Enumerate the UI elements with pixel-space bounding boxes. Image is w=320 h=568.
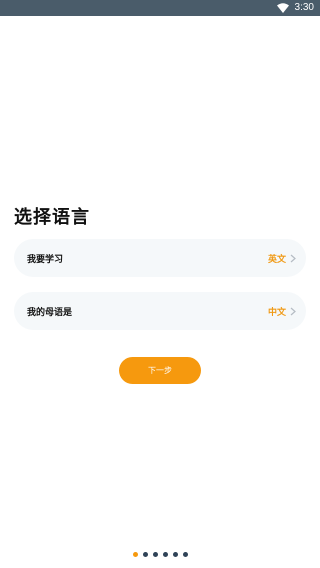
next-step-button[interactable]: 下一步	[119, 357, 201, 384]
page-indicator-dot	[142, 551, 148, 557]
native-language-value-group: 中文	[268, 305, 296, 318]
status-bar: 3:30	[0, 0, 320, 16]
learning-language-value: 英文	[267, 254, 286, 265]
native-language-value: 中文	[267, 307, 286, 318]
native-language-option[interactable]: 我的母语是 中文	[14, 292, 306, 330]
page-indicator-dot	[152, 551, 158, 557]
page-indicator-dot	[132, 551, 138, 557]
status-time: 3:30	[294, 2, 314, 13]
page-indicator	[0, 551, 320, 557]
wifi-icon	[276, 3, 289, 13]
chevron-right-icon	[290, 254, 296, 262]
learning-language-option[interactable]: 我要学习 英文	[14, 239, 306, 277]
learning-language-label: 我要学习	[27, 254, 64, 265]
page-indicator-dot	[172, 551, 178, 557]
page-indicator-dot	[162, 551, 168, 557]
page-indicator-dot	[182, 551, 188, 557]
language-select-screen: 3:30 选择语言 我要学习 英文 我的母语是 中文 下一步	[0, 0, 320, 568]
native-language-label: 我的母语是	[27, 307, 73, 318]
chevron-right-icon	[290, 307, 296, 315]
learning-language-value-group: 英文	[268, 252, 296, 265]
page-title: 选择语言	[14, 207, 90, 228]
